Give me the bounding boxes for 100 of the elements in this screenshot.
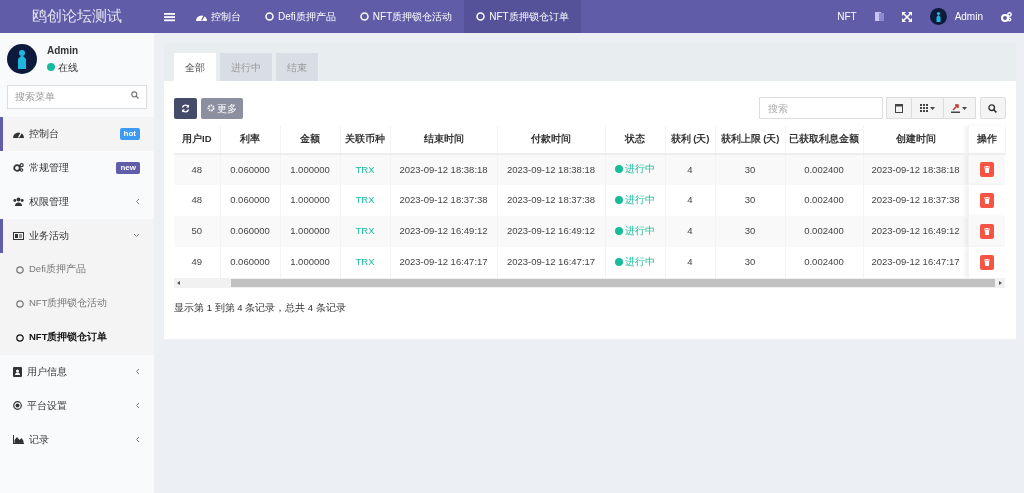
table-cell: 0.002400 — [804, 256, 844, 268]
site-title[interactable]: 鸥创论坛测试 — [0, 0, 154, 33]
settings-icon[interactable] — [1001, 11, 1012, 22]
table-cell: 30 — [744, 256, 756, 268]
column-header[interactable]: 用户ID — [174, 126, 220, 154]
column-header[interactable]: 已获取利息金额 — [785, 126, 863, 154]
table-cell: 2023-09-12 18:38:18 — [506, 163, 596, 175]
gears-icon — [13, 163, 24, 172]
sidebar-item[interactable]: 常规管理 new — [0, 150, 154, 185]
delete-button[interactable] — [979, 254, 994, 270]
status-text: 进行中 — [625, 192, 655, 207]
sidebar-item[interactable]: 平台设置 — [0, 388, 154, 423]
search-field[interactable]: 搜索 — [758, 97, 883, 119]
online-status-icon — [47, 63, 55, 71]
sidebar-item[interactable]: 业务活动 — [0, 218, 154, 253]
users-icon — [13, 197, 24, 206]
avatar[interactable] — [929, 8, 947, 25]
trash-icon — [983, 196, 990, 204]
table-cell: 2023-09-12 16:49:12 — [871, 225, 960, 237]
search-icon[interactable] — [131, 91, 139, 99]
chevron-left-icon — [135, 368, 140, 375]
table-cell: 1.000000 — [290, 225, 330, 237]
circle-icon — [16, 265, 24, 274]
sidebar-subitem[interactable]: Defi质押产品 — [0, 252, 154, 287]
area-chart-icon — [13, 435, 24, 444]
fullscreen-icon[interactable] — [901, 11, 912, 22]
column-header[interactable]: 获利 (天) — [665, 126, 715, 154]
circle-icon — [16, 333, 24, 342]
chevron-left-icon — [135, 198, 140, 205]
sidebar-item[interactable]: 控制台 hot — [0, 116, 154, 151]
table-cell: 2023-09-12 18:37:38 — [506, 194, 596, 206]
column-header[interactable]: 结束时间 — [390, 126, 497, 154]
chevron-left-icon — [135, 436, 140, 443]
sidebar-item[interactable]: 用户信息 — [0, 354, 154, 389]
column-header[interactable]: 创建时间 — [863, 126, 968, 154]
refresh-button[interactable] — [174, 97, 197, 119]
table-cell: 0.060000 — [230, 163, 270, 175]
status-dot-icon — [615, 165, 623, 174]
table-cell: 0.002400 — [804, 163, 844, 175]
delete-button[interactable] — [979, 192, 994, 208]
table-cell: 2023-09-12 16:47:17 — [871, 256, 960, 268]
status-text: 进行中 — [625, 162, 655, 177]
column-header[interactable]: 付款时间 — [497, 126, 605, 154]
status-dot-icon — [615, 195, 623, 204]
table-cell: 0.002400 — [804, 225, 844, 237]
menu-search-field[interactable]: 搜索菜单 — [7, 84, 147, 109]
status-dot-icon — [615, 226, 623, 235]
status-text: 进行中 — [625, 254, 655, 269]
chevron-down-icon — [133, 233, 140, 238]
table-cell: 48 — [191, 194, 203, 206]
delete-button[interactable] — [979, 162, 994, 178]
status-dot-icon — [615, 257, 623, 266]
table-cell: 2023-09-12 16:49:12 — [399, 225, 488, 237]
table-cell: 0.060000 — [230, 256, 270, 268]
user-status: 在线 — [58, 60, 78, 75]
chevron-left-icon — [135, 402, 140, 409]
status-text: 进行中 — [625, 223, 655, 238]
caret-icon — [962, 106, 967, 110]
delete-button[interactable] — [979, 223, 994, 239]
table-cell: 4 — [687, 194, 693, 206]
menu-badge: new — [116, 161, 140, 174]
sidebar-subitem[interactable]: NFT质押锁仓订单 — [0, 320, 154, 355]
table-cell: 4 — [687, 256, 693, 268]
nav-tab[interactable]: NFT质押锁仓活动 — [347, 0, 465, 33]
export-button[interactable] — [943, 97, 976, 119]
sidebar-item[interactable]: 记录 — [0, 422, 154, 457]
user-name: Admin — [47, 43, 79, 58]
horizontal-scrollbar[interactable] — [174, 278, 1005, 288]
search-button[interactable] — [979, 97, 1006, 119]
nav-tab[interactable]: NFT质押锁仓订单 — [464, 0, 581, 33]
column-header[interactable]: 金额 — [280, 126, 340, 154]
columns-button[interactable] — [911, 97, 944, 119]
table-cell: 30 — [744, 194, 756, 206]
tab[interactable]: 全部 — [174, 53, 216, 81]
column-header[interactable]: 状态 — [605, 126, 665, 154]
column-header[interactable]: 关联币种 — [340, 126, 390, 154]
table-cell: 1.000000 — [290, 194, 330, 206]
toggle-view-button[interactable] — [885, 97, 912, 119]
user-name[interactable]: Admin — [954, 9, 983, 24]
refresh-icon — [181, 103, 190, 113]
column-header[interactable]: 操作 — [968, 126, 1005, 154]
table-cell: 0.002400 — [804, 194, 844, 206]
table-cell: 49 — [191, 256, 203, 268]
table-cell: 1.000000 — [290, 163, 330, 175]
table-cell: 2023-09-12 16:47:17 — [399, 256, 488, 268]
circle-icon — [476, 12, 486, 21]
nav-tab[interactable]: Defi质押产品 — [253, 0, 348, 33]
gear-icon — [207, 104, 215, 112]
table-cell: 48 — [191, 163, 203, 175]
search-icon — [988, 103, 997, 113]
table-cell: 50 — [191, 225, 203, 237]
caret-icon — [929, 106, 935, 110]
avatar — [7, 43, 37, 74]
sidebar-item[interactable]: 权限管理 — [0, 184, 154, 219]
language-link[interactable]: NFT — [837, 9, 857, 24]
column-header[interactable]: 利率 — [220, 126, 280, 154]
column-header[interactable]: 获利上限 (天) — [715, 126, 785, 154]
sidebar-subitem[interactable]: NFT质押锁仓活动 — [0, 286, 154, 321]
table-cell: 2023-09-12 18:38:18 — [871, 163, 960, 175]
nav-tab[interactable]: 控制台 — [184, 0, 253, 33]
